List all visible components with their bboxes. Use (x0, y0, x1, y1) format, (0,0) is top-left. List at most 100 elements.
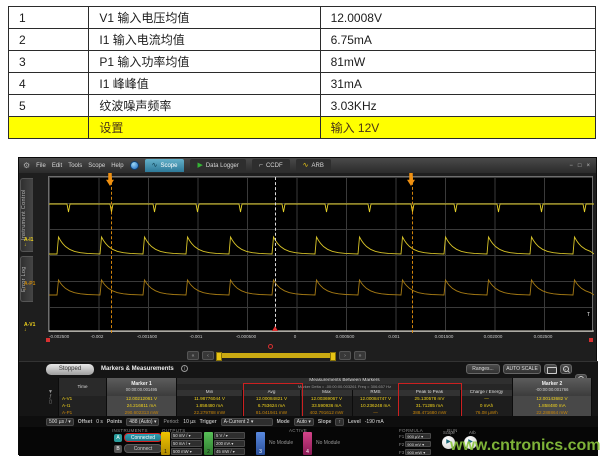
ch2-voltage-select[interactable]: 5 V / ▾ (214, 432, 245, 439)
play-icon: ▶ (197, 162, 202, 169)
rms-value: 10.236248 mA (353, 403, 399, 410)
sine-wave-icon: ∿ (152, 162, 158, 169)
marker1-line[interactable] (111, 177, 112, 333)
scroll-far-right-button[interactable]: » (354, 351, 366, 360)
row-label: 设置 (89, 117, 320, 139)
zoom-in-button[interactable]: + (560, 364, 572, 374)
row-number (9, 117, 89, 139)
ch3-no-module-label: No Module (269, 440, 293, 446)
min-value: 1.858480 mA (177, 403, 243, 410)
max-value: 33.590936 mA (301, 403, 353, 410)
row-value: 12.0008V (320, 7, 595, 29)
instrument-b-button[interactable]: B Connect (114, 444, 162, 453)
tab-scope[interactable]: ∿ Scope (145, 159, 185, 172)
tab-data-logger[interactable]: ▶ Data Logger (190, 159, 245, 172)
row-value: 31mA (320, 73, 595, 95)
channel-marker-arrow-icon: ↓ (24, 328, 35, 333)
scroll-right-button[interactable]: › (339, 351, 351, 360)
autoscale-button[interactable]: AUTO SCALE (503, 364, 541, 374)
info-icon[interactable]: i (181, 365, 188, 372)
menu-tools[interactable]: Tools (68, 163, 82, 169)
tab-ccdf[interactable]: ⌐ CCDF (252, 159, 290, 172)
horizontal-scrollbar: « ‹ › » (19, 351, 598, 361)
channel-marker-arrow-icon: ↓ (24, 243, 33, 248)
marker2-line[interactable] (412, 177, 413, 333)
row-label: V1 输入电压均值 (89, 7, 320, 29)
waveform-trace-A-I1-ripple (49, 204, 594, 212)
window-controls: − □ × (569, 163, 592, 169)
timebase-select[interactable]: 500 µs / ▾ (46, 418, 74, 426)
ch1-current-select[interactable]: 50 mA / ▾ (171, 440, 202, 447)
menu-help[interactable]: Help (111, 163, 123, 169)
trigger-position-icon[interactable] (268, 344, 273, 349)
channel-1-badge: 1 (161, 432, 170, 455)
trigger-indicator-icon (272, 326, 278, 331)
trigger-source-select[interactable]: A-Current 2 ▾ (221, 418, 273, 426)
instrument-a-button[interactable]: A Connected (114, 433, 162, 442)
ranges-button[interactable]: Ranges... (466, 364, 500, 374)
waveform-svg (49, 177, 594, 333)
screenshot-button[interactable] (544, 364, 557, 374)
f3-select[interactable]: 900 mW ▾ (405, 449, 431, 455)
table-row: 3 P1 输入功率均值 81mW (9, 51, 596, 73)
points-select[interactable]: 488 (Auto) ▾ (126, 418, 159, 426)
row-value: 81mW (320, 51, 595, 73)
minimize-button[interactable]: − (569, 163, 573, 169)
curve-icon: ⌐ (259, 162, 263, 169)
marker2-value: 12.00143682 V (513, 396, 592, 403)
x-tick: -0.001500 (137, 334, 157, 339)
output-channel-1: 1 50 mV / ▾ 50 mA / ▾ 500 mW ▾ (161, 432, 202, 455)
panel-title: Markers & Measurements (101, 366, 174, 372)
slope-button[interactable]: ↑ (335, 418, 344, 426)
sidebar-tab-error-log[interactable]: Error Log (20, 256, 33, 302)
ch1-voltage-select[interactable]: 50 mV / ▾ (171, 432, 202, 439)
scroll-range-bar[interactable] (218, 353, 334, 358)
f2-name: F2 (399, 442, 404, 447)
trigger-mode-select[interactable]: Auto ▾ (294, 418, 314, 426)
stopped-button[interactable]: Stopped (46, 364, 94, 375)
menu-scope[interactable]: Scope (88, 163, 105, 169)
x-tick: -0.000500 (236, 334, 256, 339)
formula-row-3: F3 900 mW ▾ (399, 449, 431, 455)
probe-icon[interactable]: ▯ (49, 400, 52, 405)
x-tick: -0.002 (91, 334, 104, 339)
waveform-trace-A-P1 (49, 280, 594, 295)
menu-edit[interactable]: Edit (52, 163, 62, 169)
channel-label-a-i1[interactable]: A-I1 ↓ (24, 238, 33, 248)
x-axis: -0.002500 -0.002 -0.001500 -0.001 -0.000… (48, 334, 593, 342)
table-row: 1 V1 输入电压均值 12.0008V (9, 7, 596, 29)
x-tick: -0.002500 (49, 334, 69, 339)
table-row: 2 I1 输入电流均值 6.75mA (9, 29, 596, 51)
maximize-button[interactable]: □ (578, 163, 582, 169)
row-number: 3 (9, 51, 89, 73)
f3-name: F3 (399, 450, 404, 455)
ch2-power-select[interactable]: 45 mW / ▾ (214, 448, 245, 455)
trigger-level-value: -190 mA (365, 419, 384, 425)
instrument-b-status: Connect (124, 444, 162, 453)
channel-2-badge: 2 (204, 432, 213, 455)
tab-arb[interactable]: ∿ ARB (296, 159, 331, 172)
table-row: 4 I1 峰峰值 31mA (9, 73, 596, 95)
channel-label-a-p1[interactable]: A-P1 ↓ (24, 282, 35, 292)
row-number: 2 (9, 29, 89, 51)
scroll-far-left-button[interactable]: « (187, 351, 199, 360)
marker2-header: Marker 2 -00:00:00.001766 (513, 378, 592, 396)
output-channel-2: 2 5 V / ▾ 200 mA ▾ 45 mW / ▾ (204, 432, 245, 455)
marker2-value: 1.858480 mA (513, 403, 592, 410)
close-button[interactable]: × (586, 163, 590, 169)
instrument-b-badge: B (114, 445, 122, 453)
offset-value: 0 s (96, 419, 103, 425)
gear-icon[interactable]: ⚙ (23, 162, 30, 170)
scope-plot[interactable]: T (48, 176, 593, 332)
channel-label-a-v1[interactable]: A-V1 ↓ (24, 323, 35, 333)
f1-select[interactable]: 900 µV ▾ (405, 433, 431, 439)
ch1-power-select[interactable]: 500 mW ▾ (171, 448, 202, 455)
ch2-current-select[interactable]: 200 mA ▾ (214, 440, 245, 447)
time-column-header: Time (59, 378, 107, 396)
f2-select[interactable]: 900 mV ▾ (405, 441, 431, 447)
scroll-left-button[interactable]: ‹ (202, 351, 214, 360)
row-channel: A-I1 (59, 403, 107, 410)
menu-file[interactable]: File (36, 163, 46, 169)
trigger-level-marker[interactable]: T (587, 312, 590, 318)
points-label: Points (107, 419, 122, 425)
